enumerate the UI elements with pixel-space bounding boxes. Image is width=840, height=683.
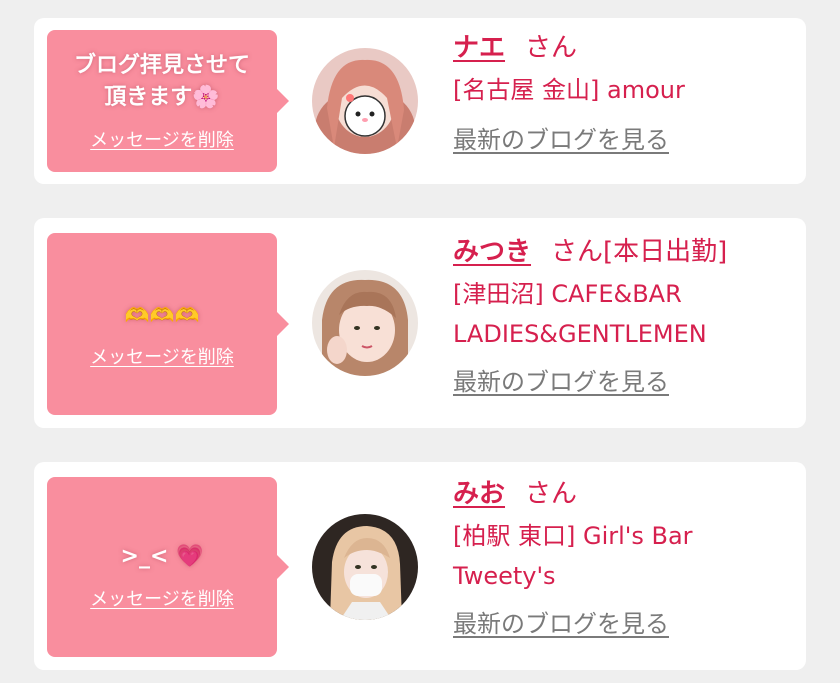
avatar[interactable]	[312, 270, 418, 376]
user-name-link[interactable]: ナエ	[453, 33, 505, 63]
entry-info: みお さん [柏駅 東口] Girl's Bar Tweety's 最新のブログを…	[453, 476, 796, 639]
delete-message-link[interactable]: メッセージを削除	[90, 126, 234, 152]
shop-name: [津田沼] CAFE&BAR LADIES&GENTLEMEN	[453, 280, 707, 348]
avatar[interactable]	[312, 514, 418, 620]
latest-blog-link[interactable]: 最新のブログを見る	[453, 362, 669, 397]
latest-blog-link[interactable]: 最新のブログを見る	[453, 120, 669, 155]
shop-name: [名古屋 金山] amour	[453, 76, 685, 104]
delete-message-link[interactable]: メッセージを削除	[90, 343, 234, 369]
delete-message-link[interactable]: メッセージを削除	[90, 585, 234, 611]
message-card: 🫶🫶🫶 メッセージを削除 みつき さん[本日出勤] [津田沼] CAFE&BAR …	[34, 218, 806, 428]
user-name-link[interactable]: みお	[453, 479, 505, 509]
entry-info: ナエ さん [名古屋 金山] amour 最新のブログを見る	[453, 30, 796, 155]
shop-name: [柏駅 東口] Girl's Bar Tweety's	[453, 522, 693, 590]
message-bubble: ブログ拝見させて 頂きます🌸 メッセージを削除	[47, 30, 289, 172]
sakura-icon: 🌸	[192, 85, 220, 110]
message-card: ブログ拝見させて 頂きます🌸 メッセージを削除 ナエ さん [名古屋 金山] am…	[34, 18, 806, 184]
status-badge: [本日出勤]	[603, 237, 728, 267]
message-text: 🫶🫶🫶	[124, 303, 200, 327]
message-text: >_< 💗	[120, 544, 204, 569]
message-text: ブログ拝見させて 頂きます🌸	[73, 53, 250, 110]
message-card: >_< 💗 メッセージを削除 みお さん [柏駅 東口] Girl's Bar T…	[34, 462, 806, 670]
heart-icon: 💗	[176, 544, 204, 569]
message-bubble: 🫶🫶🫶 メッセージを削除	[47, 233, 289, 415]
user-name-link[interactable]: みつき	[453, 237, 531, 267]
entry-info: みつき さん[本日出勤] [津田沼] CAFE&BAR LADIES&GENTLE…	[453, 234, 796, 397]
avatar[interactable]	[312, 48, 418, 154]
honorific: さん	[525, 479, 578, 509]
latest-blog-link[interactable]: 最新のブログを見る	[453, 604, 669, 639]
honorific: さん	[525, 33, 578, 63]
message-bubble: >_< 💗 メッセージを削除	[47, 477, 289, 657]
honorific: さん	[551, 237, 604, 267]
